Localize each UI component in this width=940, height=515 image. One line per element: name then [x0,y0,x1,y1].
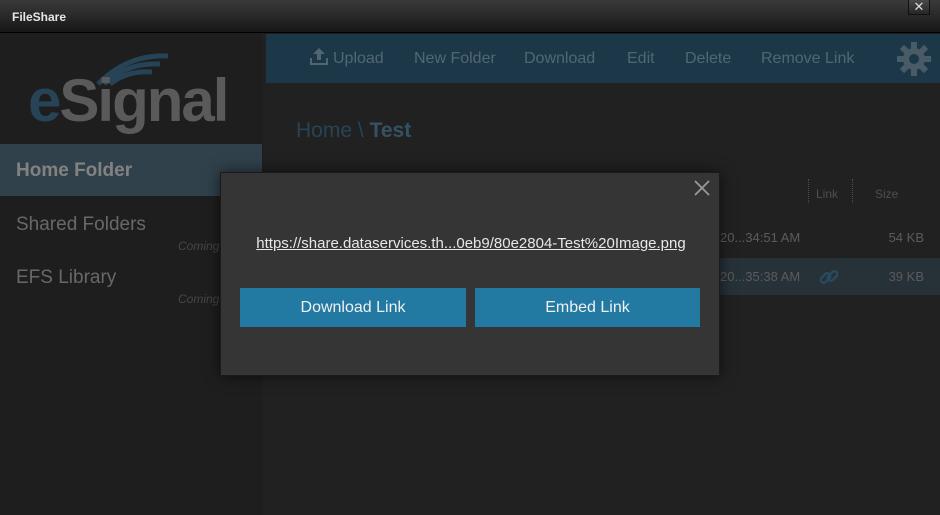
window-titlebar: FileShare ✕ [0,0,940,33]
window-title: FileShare [12,10,67,24]
close-icon[interactable] [691,177,713,199]
window-close-button[interactable]: ✕ [908,0,930,15]
share-link-dialog: https://share.dataservices.th...0eb9/80e… [220,172,720,376]
download-link-button[interactable]: Download Link [240,288,466,327]
share-url-link[interactable]: https://share.dataservices.th...0eb9/80e… [221,235,721,252]
embed-link-button[interactable]: Embed Link [475,288,700,327]
